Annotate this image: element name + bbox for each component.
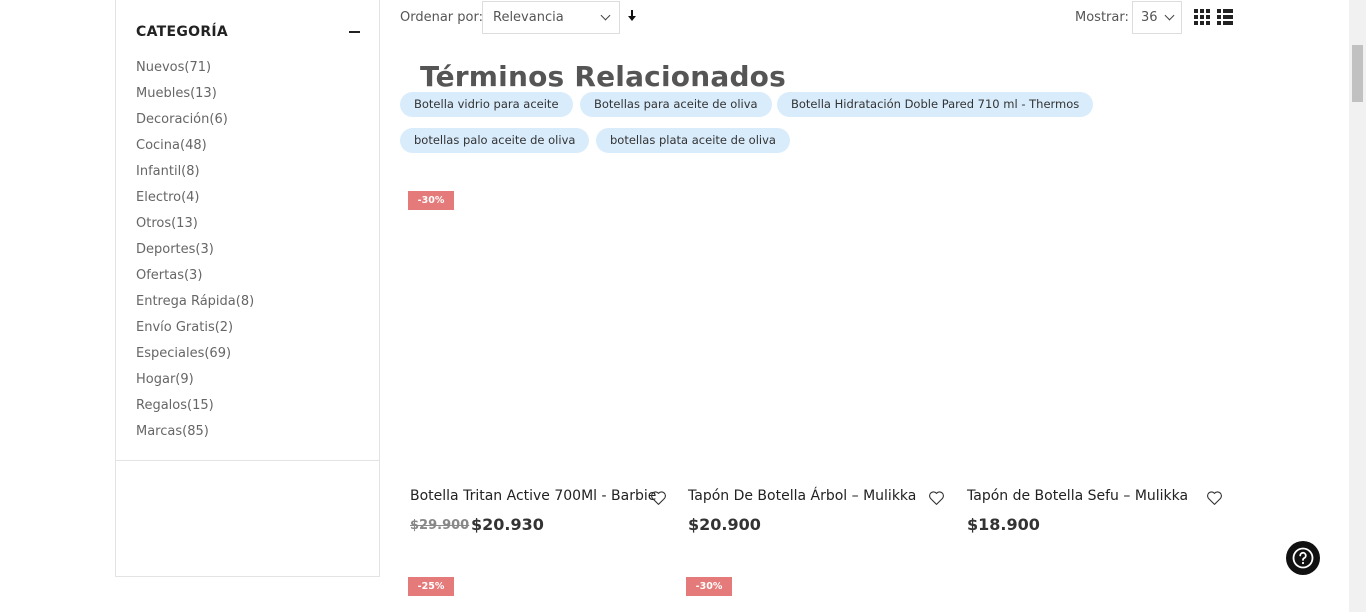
category-header[interactable]: CATEGORÍA (136, 24, 360, 40)
related-term-chip[interactable]: botellas palo aceite de oliva (400, 128, 590, 153)
sort-select[interactable]: Relevancia (482, 1, 620, 34)
help-button[interactable] (1286, 541, 1320, 575)
category-item-deportes[interactable]: Deportes(3) (136, 237, 254, 263)
category-item-especiales[interactable]: Especiales(69) (136, 341, 254, 367)
category-item-marcas[interactable]: Marcas(85) (136, 419, 254, 445)
related-term-chip[interactable]: botellas plata aceite de oliva (596, 128, 790, 153)
grid-view-icon[interactable] (1194, 9, 1210, 25)
product-price: $18.900 (967, 515, 1040, 534)
related-terms-title: Términos Relacionados (420, 60, 786, 93)
category-item-infantil[interactable]: Infantil(8) (136, 159, 254, 185)
related-term-chip[interactable]: Botella vidrio para aceite (400, 92, 573, 117)
category-item-entrega-rapida[interactable]: Entrega Rápida(8) (136, 289, 254, 315)
category-item-muebles[interactable]: Muebles(13) (136, 81, 254, 107)
category-item-electro[interactable]: Electro(4) (136, 185, 254, 211)
category-title: CATEGORÍA (136, 24, 229, 40)
discount-badge: -25% (408, 577, 454, 596)
show-label: Mostrar: (1075, 10, 1129, 25)
sort-direction-arrow-icon[interactable] (627, 10, 637, 22)
question-circle-icon (1292, 547, 1314, 569)
category-list: Nuevos(71) Muebles(13) Decoración(6) Coc… (136, 55, 254, 445)
wishlist-heart-icon[interactable] (650, 490, 667, 506)
category-item-envio-gratis[interactable]: Envío Gratis(2) (136, 315, 254, 341)
discount-badge: -30% (408, 191, 454, 210)
category-item-decoracion[interactable]: Decoración(6) (136, 107, 254, 133)
related-term-chip[interactable]: Botella Hidratación Doble Pared 710 ml -… (777, 92, 1094, 117)
product-name[interactable]: Tapón de Botella Sefu – Mulikka (967, 488, 1188, 504)
category-item-ofertas[interactable]: Ofertas(3) (136, 263, 254, 289)
category-item-regalos[interactable]: Regalos(15) (136, 393, 254, 419)
wishlist-heart-icon[interactable] (928, 490, 945, 506)
wishlist-heart-icon[interactable] (1206, 490, 1223, 506)
product-price: $20.930 (471, 515, 544, 534)
sidebar-divider (116, 460, 379, 461)
product-old-price: $29.900 (410, 518, 470, 533)
sort-value: Relevancia (493, 10, 564, 25)
product-price: $20.900 (688, 515, 761, 534)
list-view-icon[interactable] (1217, 9, 1233, 25)
product-name[interactable]: Botella Tritan Active 700Ml - Barbie (410, 488, 656, 504)
page-scrollbar[interactable] (1349, 0, 1366, 612)
product-name[interactable]: Tapón De Botella Árbol – Mulikka (688, 488, 916, 504)
category-item-nuevos[interactable]: Nuevos(71) (136, 55, 254, 81)
category-sidebar: CATEGORÍA Nuevos(71) Muebles(13) Decorac… (115, 0, 380, 577)
category-item-otros[interactable]: Otros(13) (136, 211, 254, 237)
show-count-select[interactable]: 36 (1132, 1, 1182, 34)
sort-label: Ordenar por: (400, 10, 483, 25)
collapse-minus-icon[interactable] (349, 31, 360, 33)
show-count-value: 36 (1141, 10, 1158, 25)
category-item-hogar[interactable]: Hogar(9) (136, 367, 254, 393)
category-item-cocina[interactable]: Cocina(48) (136, 133, 254, 159)
chevron-down-icon (1164, 10, 1175, 21)
discount-badge: -30% (686, 577, 732, 596)
related-term-chip[interactable]: Botellas para aceite de oliva (580, 92, 772, 117)
scrollbar-thumb[interactable] (1352, 45, 1363, 102)
chevron-down-icon (600, 10, 611, 21)
